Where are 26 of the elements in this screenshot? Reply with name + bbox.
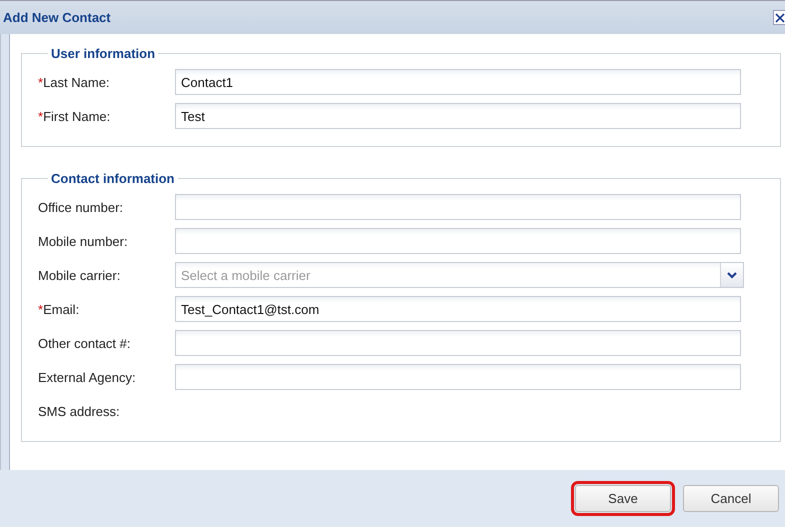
- text-field[interactable]: Contact1: [175, 69, 741, 95]
- required-asterisk: *: [38, 74, 44, 90]
- required-asterisk: *: [38, 108, 44, 124]
- field-label: Last Name:: [43, 74, 110, 90]
- section-title: Contact information: [50, 171, 176, 186]
- field-label: External Agency:: [38, 370, 136, 384]
- text-field[interactable]: Test: [175, 103, 741, 129]
- field-label: First Name:: [43, 108, 110, 124]
- dialog-button[interactable]: Cancel: [683, 485, 779, 512]
- text-field[interactable]: [175, 364, 741, 390]
- field-label: Mobile number:: [38, 234, 128, 248]
- field-label: Mobile carrier:: [38, 268, 120, 282]
- field-label: Email:: [43, 302, 80, 316]
- field-label: Other contact #:: [38, 336, 130, 350]
- close-button[interactable]: [773, 10, 785, 25]
- field-label: Office number:: [38, 200, 124, 214]
- close-icon: [774, 12, 784, 22]
- section-title: User information: [50, 46, 156, 61]
- text-field[interactable]: [175, 330, 741, 356]
- window-title: Add New Contact: [2, 10, 111, 25]
- text-field[interactable]: Test_Contact1@tst.com: [175, 296, 741, 322]
- required-asterisk: *: [38, 302, 44, 316]
- chevron-down-icon: [727, 272, 737, 278]
- text-field[interactable]: [175, 194, 741, 220]
- text-field[interactable]: [175, 228, 741, 254]
- field-label: SMS address:: [38, 404, 120, 418]
